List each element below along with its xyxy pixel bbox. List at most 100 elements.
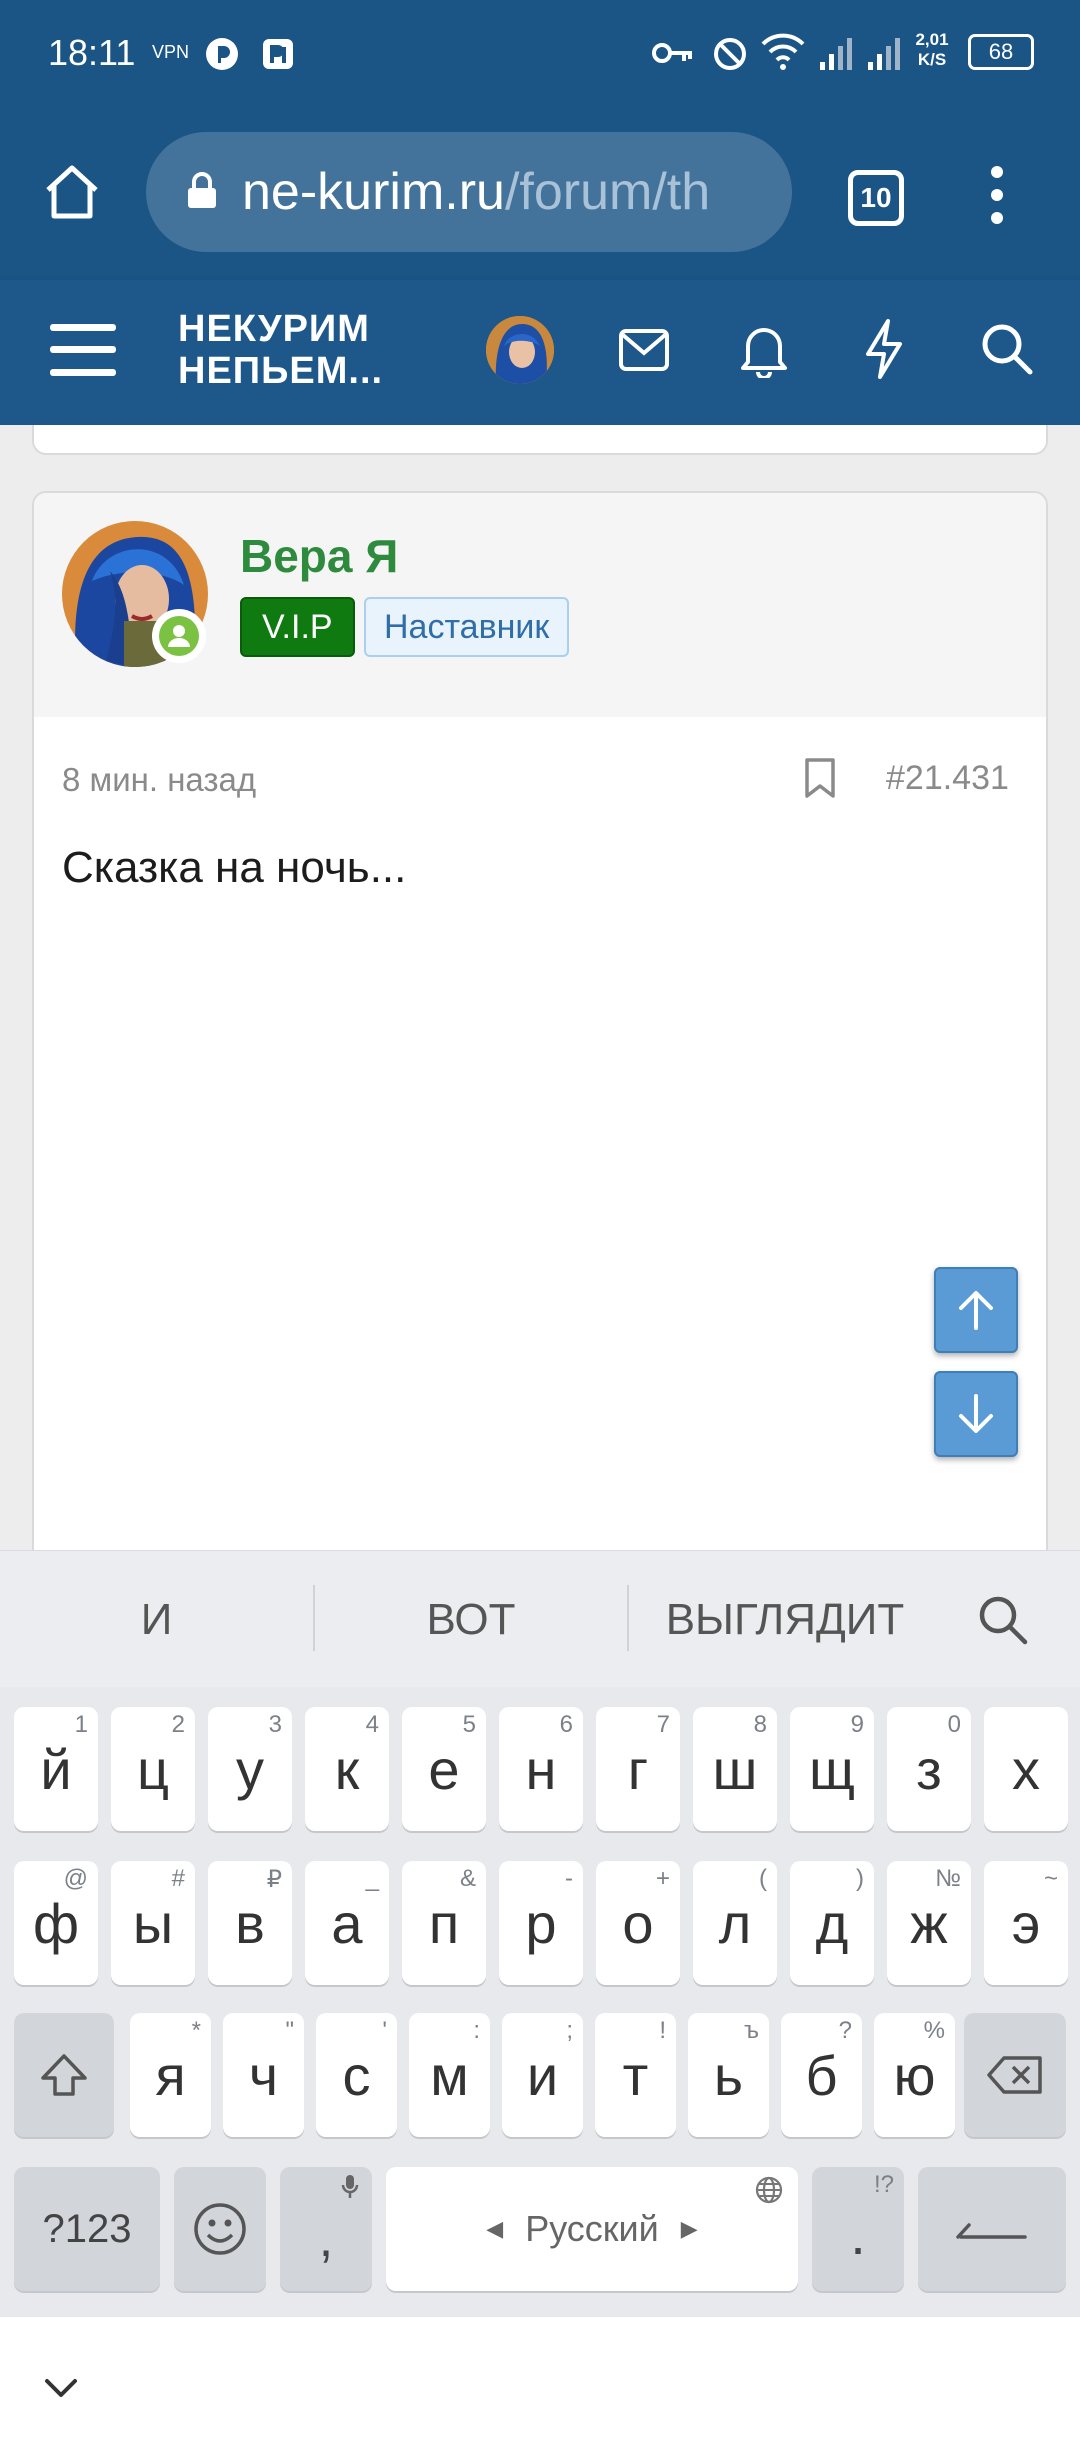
- symbols-key[interactable]: ?123: [14, 2167, 160, 2291]
- key-hint: !: [659, 2017, 666, 2044]
- key-й[interactable]: й1: [14, 1707, 98, 1831]
- key-э[interactable]: э ~: [984, 1861, 1068, 1985]
- tab-count: 10: [860, 182, 892, 213]
- key-label: ж: [910, 1891, 948, 1955]
- hide-keyboard-icon[interactable]: [44, 2377, 78, 2404]
- key-б[interactable]: б?: [781, 2013, 862, 2137]
- keyboard-row-4: ?123 , ◀ Русский ▶ !? .: [0, 2167, 1080, 2291]
- menu-icon[interactable]: [50, 320, 116, 385]
- key-н[interactable]: н6: [499, 1707, 583, 1831]
- key-label: ш: [712, 1737, 758, 1801]
- whats-new-icon[interactable]: [862, 318, 906, 385]
- key-label: э: [1011, 1891, 1041, 1955]
- key-label: р: [525, 1891, 557, 1955]
- keyboard-search-icon[interactable]: [976, 1593, 1030, 1652]
- post-number[interactable]: #21.431: [886, 759, 1009, 798]
- key-о[interactable]: о +: [596, 1861, 680, 1985]
- key-label: я: [155, 2043, 186, 2107]
- key-я[interactable]: я *: [130, 2013, 211, 2137]
- suggestion-3[interactable]: выглядит: [629, 1551, 941, 1688]
- key-д[interactable]: д): [790, 1861, 874, 1985]
- site-logo[interactable]: НЕКУРИМ НЕПЬЕМ...: [178, 308, 383, 392]
- home-icon[interactable]: [40, 160, 104, 229]
- key-п[interactable]: п &: [402, 1861, 486, 1985]
- key-hint: ~: [1043, 1865, 1058, 1892]
- url-domain: ne-kurim.ru: [242, 163, 505, 221]
- comma-key[interactable]: ,: [280, 2167, 372, 2291]
- url-path: /forum/th: [504, 163, 711, 221]
- key-и[interactable]: и;: [502, 2013, 583, 2137]
- key-ц[interactable]: ц2: [111, 1707, 195, 1831]
- key-х[interactable]: х: [984, 1707, 1068, 1831]
- key-щ[interactable]: щ9: [790, 1707, 874, 1831]
- key-ф[interactable]: ф @: [14, 1861, 98, 1985]
- key-ж[interactable]: ж №: [887, 1861, 971, 1985]
- online-status-icon: [152, 609, 206, 663]
- key-з[interactable]: з0: [887, 1707, 971, 1831]
- key-hint: ?: [838, 2017, 852, 2044]
- more-options-icon[interactable]: [982, 160, 1012, 235]
- key-у[interactable]: у3: [208, 1707, 292, 1831]
- key-label: к: [334, 1737, 360, 1801]
- speed-value: 2,01: [915, 30, 949, 49]
- backspace-key[interactable]: [964, 2013, 1066, 2137]
- tab-switcher-button[interactable]: 10: [848, 170, 904, 226]
- space-key[interactable]: ◀ Русский ▶: [386, 2167, 798, 2291]
- emoji-icon: [194, 2203, 246, 2255]
- comma-label: ,: [318, 2210, 334, 2268]
- address-bar[interactable]: ne-kurim.ru/forum/th: [146, 132, 792, 252]
- key-label: з: [916, 1737, 942, 1801]
- status-bar: 18:11 VPN 2,01 K/S 68: [0, 0, 1080, 110]
- messages-icon[interactable]: [618, 328, 670, 377]
- suggestion-1[interactable]: и: [0, 1551, 313, 1688]
- key-ь[interactable]: ьъ: [688, 2013, 769, 2137]
- key-hint: 4: [365, 1711, 379, 1738]
- key-label: ы: [132, 1891, 174, 1955]
- key-м[interactable]: м:: [409, 2013, 490, 2137]
- key-hint: ₽: [266, 1866, 282, 1893]
- key-hint: ": [285, 2017, 294, 2044]
- notifications-icon[interactable]: [740, 320, 788, 383]
- key-с[interactable]: с ': [316, 2013, 397, 2137]
- key-л[interactable]: л(: [693, 1861, 777, 1985]
- soft-keyboard: й1ц2у3к4е5н6г7ш8щ9з0х ф @ ы # в ₽ а _ п & р - о + л(д)…: [0, 1687, 1080, 2317]
- vpn-label: VPN: [152, 42, 190, 62]
- key-р[interactable]: р-: [499, 1861, 583, 1985]
- key-hint: ъ: [744, 2017, 759, 2044]
- period-key[interactable]: !? .: [812, 2167, 904, 2291]
- scroll-to-bottom-button[interactable]: [934, 1371, 1018, 1457]
- key-label: и: [526, 2043, 559, 2107]
- search-icon[interactable]: [980, 322, 1034, 381]
- author-name[interactable]: Вера Я: [240, 529, 398, 583]
- enter-key[interactable]: [918, 2167, 1066, 2291]
- key-ч[interactable]: ч ": [223, 2013, 304, 2137]
- language-right-icon: ▶: [680, 2216, 698, 2241]
- key-label: ю: [893, 2043, 936, 2107]
- key-ш[interactable]: ш8: [693, 1707, 777, 1831]
- emoji-key[interactable]: [174, 2167, 266, 2291]
- key-label: г: [627, 1737, 649, 1801]
- key-г[interactable]: г7: [596, 1707, 680, 1831]
- user-avatar[interactable]: [486, 316, 554, 384]
- suggestion-2[interactable]: вот: [315, 1551, 627, 1688]
- battery-level: 68: [988, 39, 1014, 64]
- post-timestamp[interactable]: 8 мин. назад: [62, 761, 256, 799]
- key-hint: 2: [171, 1711, 185, 1738]
- key-к[interactable]: к4: [305, 1707, 389, 1831]
- key-label: ч: [248, 2043, 279, 2107]
- bookmark-icon[interactable]: [804, 757, 836, 804]
- key-icon: [652, 38, 694, 73]
- key-hint: %: [923, 2017, 945, 2044]
- scroll-to-top-button[interactable]: [934, 1267, 1018, 1353]
- key-а[interactable]: а _: [305, 1861, 389, 1985]
- key-ю[interactable]: ю%: [874, 2013, 955, 2137]
- key-в[interactable]: в ₽: [208, 1861, 292, 1985]
- key-hint: (: [759, 1865, 767, 1892]
- key-label: е: [428, 1737, 460, 1801]
- key-е[interactable]: е5: [402, 1707, 486, 1831]
- shift-key[interactable]: [14, 2013, 114, 2137]
- key-т[interactable]: т!: [595, 2013, 676, 2137]
- key-hint: 9: [850, 1711, 864, 1738]
- key-ы[interactable]: ы #: [111, 1861, 195, 1985]
- key-label: ф: [32, 1891, 80, 1955]
